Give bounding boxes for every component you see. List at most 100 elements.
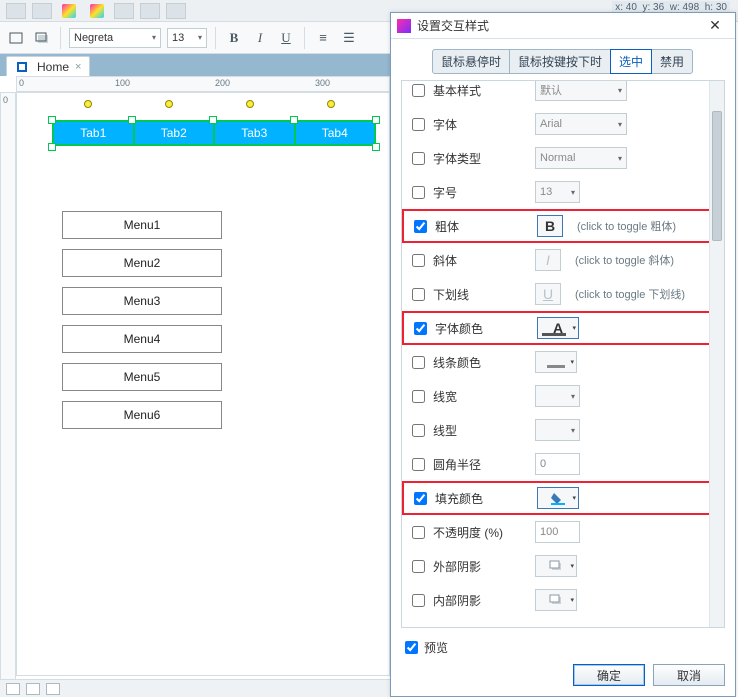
prop-row-font: 字体Arial▾ [402,107,724,141]
prop-control-oshad[interactable]: ▾ [535,555,577,577]
prop-control-opac[interactable]: 100 [535,521,580,543]
prop-label: 粗体 [435,218,529,235]
prop-checkbox-uline[interactable] [412,288,425,301]
prop-checkbox-fcolor[interactable] [414,322,427,335]
valign-button[interactable]: ☰ [339,28,359,48]
preview-checkbox[interactable] [405,641,418,654]
prop-label: 线宽 [433,388,527,405]
dialog-titlebar[interactable]: 设置交互样式 ✕ [391,13,735,39]
scrollbar-thumb[interactable] [712,111,722,241]
font-size-value: 13 [172,32,184,44]
prop-checkbox-ltype[interactable] [412,424,425,437]
prop-checkbox-fill[interactable] [414,492,427,505]
scrollbar[interactable] [709,81,724,627]
prop-control-fsize[interactable]: 13▾ [535,181,580,203]
dialog-tab-disabled[interactable]: 禁用 [651,49,693,74]
close-button[interactable]: ✕ [701,13,729,38]
menu-widget[interactable]: Menu4 [62,325,222,353]
prop-row-ltype: 线型 ▾ [402,413,724,447]
prop-row-radius: 圆角半径 0 [402,447,724,481]
dialog-tab-selected[interactable]: 选中 [610,49,652,74]
status-chip[interactable] [46,683,60,695]
prop-row-uline: 下划线U(click to toggle 下划线) [402,277,724,311]
tab-cell[interactable]: Tab2 [135,122,216,144]
menu-widget[interactable]: Menu1 [62,211,222,239]
menu-widget[interactable]: Menu6 [62,401,222,429]
prop-control-fill[interactable]: ▾ [537,487,579,509]
menu-widget[interactable]: Menu3 [62,287,222,315]
chevron-down-icon: ▾ [152,33,156,42]
prop-checkbox-radius[interactable] [412,458,425,471]
prop-control-italic[interactable]: I [535,249,561,271]
tab-cell[interactable]: Tab4 [296,122,375,144]
prop-control-lcolor[interactable]: ▾ [535,351,577,373]
align-button[interactable]: ≡ [313,28,333,48]
prop-control-radius[interactable]: 0 [535,453,580,475]
prop-control-font[interactable]: Arial▾ [535,113,627,135]
close-icon[interactable]: × [75,61,81,73]
prop-label: 线条颜色 [433,354,527,371]
tab-cell[interactable]: Tab3 [215,122,296,144]
prop-checkbox-ftype[interactable] [412,152,425,165]
prop-control-ftype[interactable]: Normal▾ [535,147,627,169]
prop-label: 外部阴影 [433,558,527,575]
font-size-combo[interactable]: 13 ▾ [167,28,207,48]
dialog-tab-hover[interactable]: 鼠标悬停时 [432,49,510,74]
dialog-tab-mousedown[interactable]: 鼠标按键按下时 [509,49,611,74]
preview-label: 预览 [424,639,448,656]
underline-button[interactable]: U [276,28,296,48]
prop-checkbox-lcolor[interactable] [412,356,425,369]
shape-rect-shadow-icon[interactable] [32,28,52,48]
prop-row-opac: 不透明度 (%) 100 [402,515,724,549]
prop-control-uline[interactable]: U [535,283,561,305]
prop-checkbox-fsize[interactable] [412,186,425,199]
page-icon [17,62,27,72]
bold-button[interactable]: B [224,28,244,48]
tab-cell[interactable]: Tab1 [54,122,135,144]
vertical-ruler: 0 [0,92,16,692]
prop-control-lwidth[interactable]: ▾ [535,385,580,407]
document-tab-label: Home [37,60,69,74]
prop-checkbox-ishad[interactable] [412,594,425,607]
prop-checkbox-italic[interactable] [412,254,425,267]
prop-control-fcolor[interactable]: A▾ [537,317,579,339]
prop-label: 斜体 [433,252,527,269]
prop-row-lcolor: 线条颜色 ▾ [402,345,724,379]
prop-checkbox-base[interactable] [412,84,425,97]
prop-label: 线型 [433,422,527,439]
menu-widget[interactable]: Menu2 [62,249,222,277]
prop-row-bold: 粗体B(click to toggle 粗体) [402,209,724,243]
shape-rect-icon[interactable] [6,28,26,48]
prop-control-bold[interactable]: B [537,215,563,237]
prop-label: 填充颜色 [435,490,529,507]
prop-label: 不透明度 (%) [433,524,527,541]
chevron-down-icon: ▾ [198,33,202,42]
prop-label: 内部阴影 [433,592,527,609]
prop-checkbox-oshad[interactable] [412,560,425,573]
italic-button[interactable]: I [250,28,270,48]
document-tabstrip: Home × [0,54,390,76]
prop-row-ishad: 内部阴影 ▾ [402,583,724,617]
prop-checkbox-bold[interactable] [414,220,427,233]
design-canvas[interactable]: Tab1 Tab2 Tab3 Tab4 Menu1 Menu2 Menu3 Me… [16,92,390,676]
app-icon [397,19,411,33]
prop-control-ltype[interactable]: ▾ [535,419,580,441]
cancel-button[interactable]: 取消 [653,664,725,686]
prop-label: 字号 [433,184,527,201]
property-list: 基本样式默认▾字体Arial▾字体类型Normal▾字号13▾粗体B(click… [401,80,725,628]
status-chip[interactable] [26,683,40,695]
prop-control-base[interactable]: 默认▾ [535,81,627,101]
prop-checkbox-lwidth[interactable] [412,390,425,403]
status-chip[interactable] [6,683,20,695]
menu-widget[interactable]: Menu5 [62,363,222,391]
ok-button[interactable]: 确定 [573,664,645,686]
prop-row-oshad: 外部阴影 ▾ [402,549,724,583]
font-family-combo[interactable]: Negreta ▾ [69,28,161,48]
document-tab-home[interactable]: Home × [6,56,90,76]
prop-label: 圆角半径 [433,456,527,473]
prop-row-ftype: 字体类型Normal▾ [402,141,724,175]
prop-hint: (click to toggle 斜体) [575,252,674,268]
prop-control-ishad[interactable]: ▾ [535,589,577,611]
prop-checkbox-opac[interactable] [412,526,425,539]
prop-checkbox-font[interactable] [412,118,425,131]
